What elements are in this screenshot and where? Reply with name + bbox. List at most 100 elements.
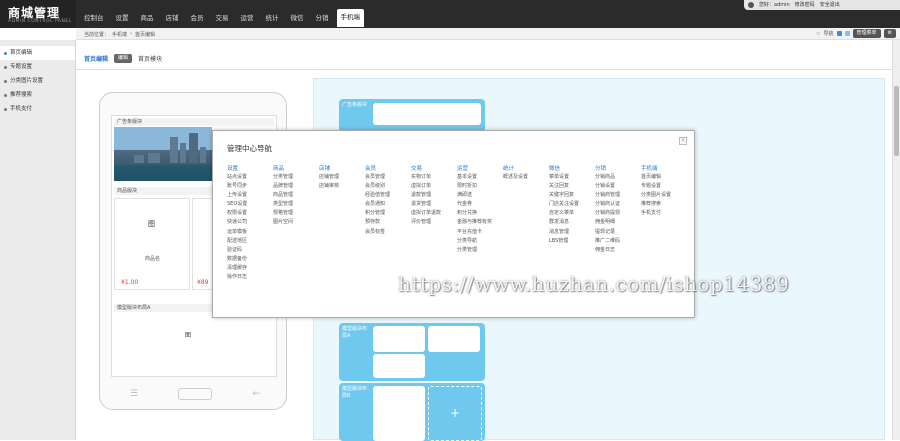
modal-nav-link[interactable]: 账号同步	[227, 182, 273, 191]
nav-stats[interactable]: 统计	[262, 10, 283, 26]
modal-nav-link[interactable]: 快递公司	[227, 218, 273, 227]
modal-nav-link[interactable]: 数据备份	[227, 255, 273, 264]
nav-settings[interactable]: 设置	[112, 10, 133, 26]
modal-nav-link[interactable]: 分类图片设置	[641, 191, 687, 200]
modal-nav-link[interactable]: 评价管理	[411, 218, 457, 227]
modal-nav-link[interactable]: 清理缓存	[227, 264, 273, 273]
modal-nav-link[interactable]: 站点设置	[227, 173, 273, 182]
nav-dashboard[interactable]: 控制台	[80, 10, 108, 26]
modal-nav-link[interactable]: 实物订单	[411, 173, 457, 182]
modal-nav-link[interactable]: 退款管理	[411, 191, 457, 200]
editor-block-model-a[interactable]: 模型版块布局A	[339, 323, 485, 381]
modal-nav-link[interactable]: 概述及设置	[503, 173, 549, 182]
modal-nav-link[interactable]: SEO设置	[227, 200, 273, 209]
modal-nav-link[interactable]: 虚拟订单	[411, 182, 457, 191]
editor-slot[interactable]	[373, 354, 425, 378]
gear-icon[interactable]: ⚙	[883, 29, 896, 38]
modal-nav-link[interactable]: 金融与推荐有奖	[457, 218, 503, 227]
modal-nav-link[interactable]: 品牌管理	[273, 182, 319, 191]
modal-column-heading[interactable]: 手机端	[641, 164, 687, 173]
editor-slot[interactable]	[373, 103, 481, 125]
add-slot-button[interactable]: +	[428, 386, 482, 441]
nav-mobile[interactable]: 手机端	[336, 9, 364, 27]
ad-banner-image[interactable]	[114, 127, 212, 181]
modal-column-heading[interactable]: 统计	[503, 164, 549, 173]
modal-nav-link[interactable]: 自定义菜单	[549, 209, 595, 218]
sidebar-item-payment[interactable]: 手机支付	[0, 102, 75, 116]
modal-nav-link[interactable]: 经验值管理	[365, 191, 411, 200]
modal-column-heading[interactable]: 分销	[595, 164, 641, 173]
modal-column-heading[interactable]: 会员	[365, 164, 411, 173]
modal-nav-link[interactable]: 类型管理	[273, 200, 319, 209]
modal-nav-link[interactable]: 代金券	[457, 200, 503, 209]
modal-nav-link[interactable]: 基本设置	[457, 173, 503, 182]
close-icon[interactable]: ×	[679, 137, 687, 145]
goods-card[interactable]: 图 商品名 ¥1.00	[114, 198, 190, 290]
modal-nav-link[interactable]: 关注回复	[549, 182, 595, 191]
modal-nav-link[interactable]: 分销商提现	[595, 209, 641, 218]
modal-column-heading[interactable]: 店铺	[319, 164, 365, 173]
modal-nav-link[interactable]: 权限设置	[227, 209, 273, 218]
modal-nav-link[interactable]: 积分兑换	[457, 209, 503, 218]
nav-distribution[interactable]: 分销	[312, 10, 333, 26]
modal-nav-link[interactable]: 退货管理	[411, 200, 457, 209]
modal-nav-link[interactable]: 专题设置	[641, 182, 687, 191]
modal-nav-link[interactable]: 配送地区	[227, 237, 273, 246]
modal-nav-link[interactable]: 门店关注设置	[549, 200, 595, 209]
editor-slot[interactable]	[373, 386, 425, 441]
editor-slot[interactable]	[428, 326, 480, 352]
edit-badge[interactable]: 编辑	[114, 54, 133, 63]
editor-block-model-b[interactable]: 模型版块布局B +	[339, 383, 485, 441]
tab-home-modules[interactable]: 首页模块	[138, 54, 162, 63]
sidebar-item-topic[interactable]: 专题设置	[0, 60, 75, 74]
editor-slot[interactable]	[373, 326, 425, 352]
modal-nav-link[interactable]: 平台充值卡	[457, 228, 503, 237]
modal-nav-link[interactable]: 菜单设置	[549, 173, 595, 182]
manage-menu-button[interactable]: 管理菜单	[852, 29, 881, 38]
modal-nav-link[interactable]: 佣金日志	[595, 246, 641, 255]
breadcrumb-item-mobile[interactable]: 手机端	[112, 31, 127, 38]
logout-link[interactable]: 安全退出	[820, 0, 840, 10]
nav-wechat[interactable]: 微信	[287, 10, 308, 26]
modal-nav-link[interactable]: 验证码	[227, 246, 273, 255]
modal-nav-link[interactable]: 手机支付	[641, 209, 687, 218]
tab-home-edit[interactable]: 首页编辑	[84, 54, 108, 63]
modal-nav-link[interactable]: 商品管理	[273, 191, 319, 200]
modal-nav-link[interactable]: 消息管理	[549, 228, 595, 237]
modal-nav-link[interactable]: 分类管理	[273, 173, 319, 182]
sidebar-item-search[interactable]: 推荐搜索	[0, 88, 75, 102]
modal-nav-link[interactable]: 积分管理	[365, 209, 411, 218]
modal-nav-link[interactable]: 虚拟订单退款	[411, 209, 457, 218]
modal-nav-link[interactable]: 店铺管理	[319, 173, 365, 182]
modal-nav-link[interactable]: 推荐搜索	[641, 200, 687, 209]
modal-nav-link[interactable]: 群发消息	[549, 218, 595, 227]
modal-nav-link[interactable]: 分销商品	[595, 173, 641, 182]
modal-nav-link[interactable]: 分销设置	[595, 182, 641, 191]
modal-nav-link[interactable]: 分类管理	[457, 246, 503, 255]
sidebar-item-category-image[interactable]: 分类图片设置	[0, 74, 75, 88]
modal-nav-link[interactable]: 分类导航	[457, 237, 503, 246]
modal-nav-link[interactable]: 图片空间	[273, 218, 319, 227]
modal-nav-link[interactable]: 会员标签	[365, 228, 411, 237]
modal-column-heading[interactable]: 商品	[273, 164, 319, 173]
sidebar-item-home-edit[interactable]: 首页编辑	[0, 46, 75, 60]
modal-nav-link[interactable]: 预存款	[365, 218, 411, 227]
modal-nav-link[interactable]: 分销商认证	[595, 200, 641, 209]
nav-operation[interactable]: 运营	[237, 10, 258, 26]
modal-column-heading[interactable]: 交易	[411, 164, 457, 173]
nav-goods[interactable]: 商品	[137, 10, 158, 26]
modal-nav-link[interactable]: LBS管理	[549, 237, 595, 246]
modal-nav-link[interactable]: 限时折扣	[457, 182, 503, 191]
nav-member[interactable]: 会员	[187, 10, 208, 26]
modal-nav-link[interactable]: 店铺审核	[319, 182, 365, 191]
modal-nav-link[interactable]: 规格管理	[273, 209, 319, 218]
star-icon[interactable]: ☆	[816, 31, 820, 37]
modal-nav-link[interactable]: 首页编辑	[641, 173, 687, 182]
scrollbar-thumb[interactable]	[894, 86, 899, 156]
modal-nav-link[interactable]: 佣金明细	[595, 218, 641, 227]
modal-nav-link[interactable]: 提现记录	[595, 228, 641, 237]
view-toggle-icon[interactable]	[836, 31, 842, 36]
view-toggle-alt-icon[interactable]	[844, 31, 850, 36]
modal-nav-link[interactable]: 运单模板	[227, 228, 273, 237]
modal-nav-link[interactable]: 上传设置	[227, 191, 273, 200]
